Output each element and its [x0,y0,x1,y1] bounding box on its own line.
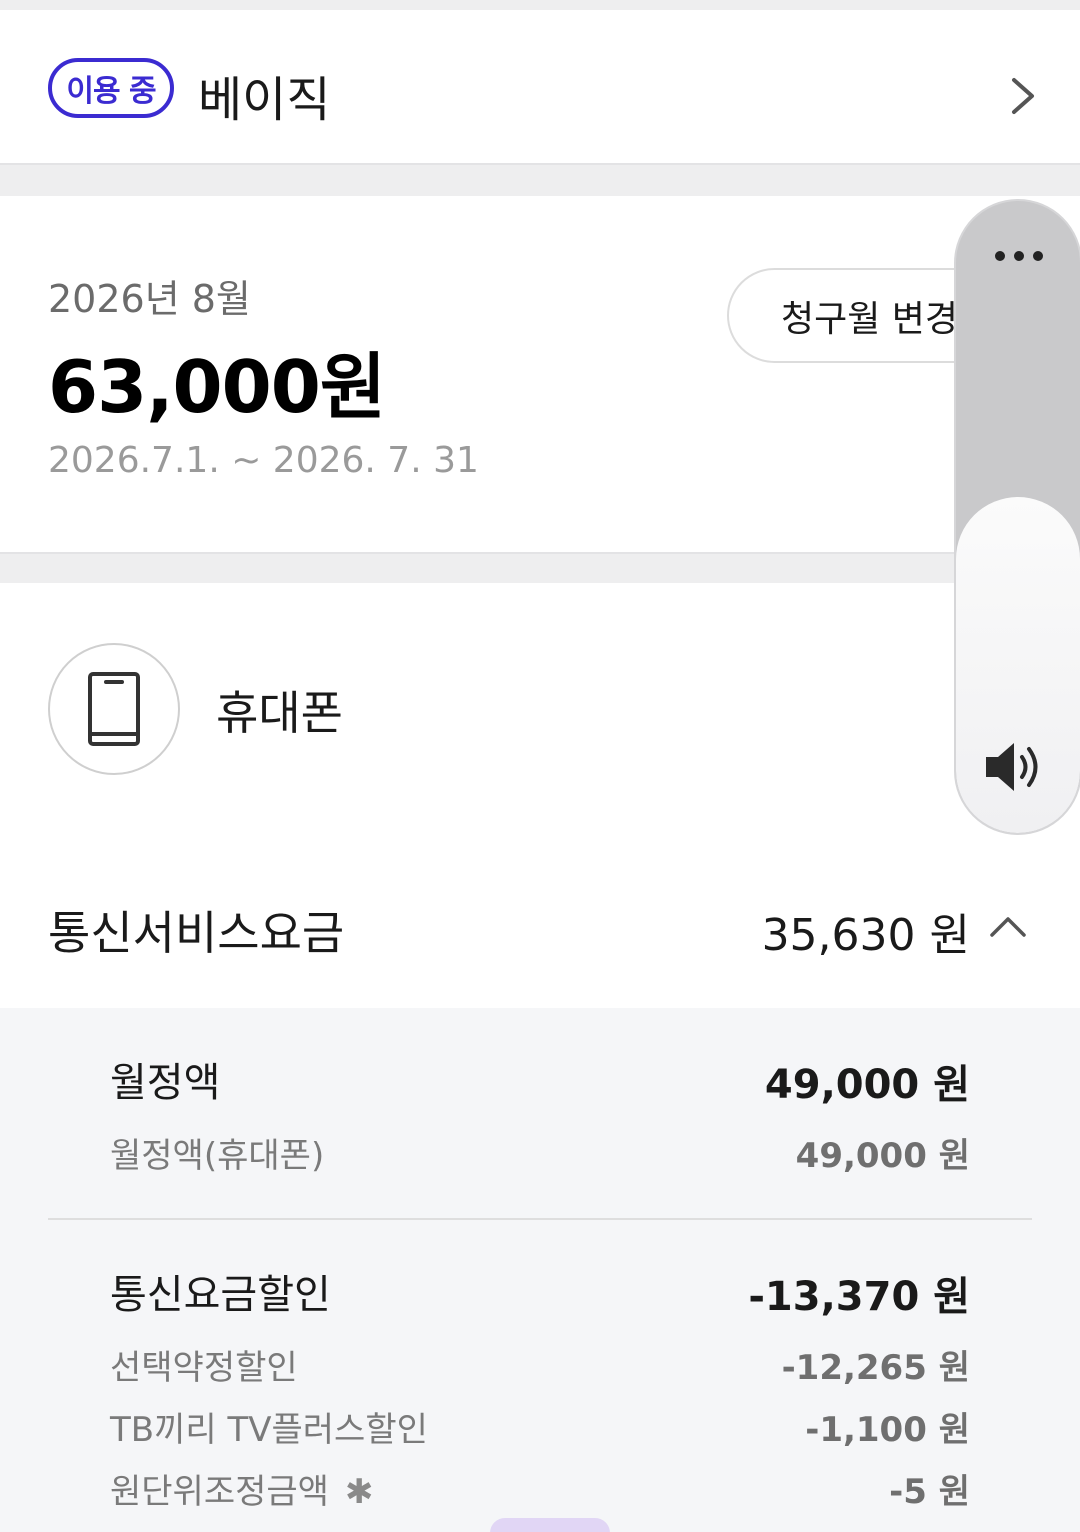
list-item-label: TB끼리 TV플러스할인 [110,1410,428,1450]
list-item-amount: -5 원 [889,1472,970,1512]
list-item-label: 월정액(휴대폰) [110,1136,325,1176]
monthly-fee-amount: 49,000 원 [764,1062,970,1108]
service-fee-label: 통신서비스요금 [48,906,345,960]
volume-slider[interactable] [956,201,1080,833]
discount-title: 통신요금할인 [110,1272,331,1318]
list-item-label: 원단위조정금액 ✱ [110,1464,373,1513]
billing-screen: 이용 중 베이직 2026년 8월 63,000원 2026.7.1. ~ 20… [0,0,1080,1532]
plan-name: 베이직 [198,72,331,128]
status-badge: 이용 중 [48,58,174,118]
speaker-icon[interactable] [982,739,1048,795]
more-horizontal-icon[interactable] [994,249,1044,263]
bill-summary: 2026년 8월 63,000원 2026.7.1. ~ 2026. 7. 31… [0,196,1080,554]
list-item-amount: -12,265 원 [781,1348,970,1388]
bill-month: 2026년 8월 [48,277,251,321]
chevron-up-icon[interactable] [988,913,1028,939]
rounding-adjustment-label: 원단위조정금액 [110,1472,329,1512]
chevron-right-icon[interactable] [1004,74,1040,118]
asterisk-icon[interactable]: ✱ [345,1472,374,1512]
list-item-amount: -1,100 원 [805,1410,970,1450]
list-item-amount: 49,000 원 [795,1136,970,1176]
service-fee-row[interactable]: 통신서비스요금 35,630 원 [48,891,1032,961]
device-name: 휴대폰 [216,686,343,740]
bill-period: 2026.7.1. ~ 2026. 7. 31 [48,440,479,481]
discount-amount: -13,370 원 [748,1274,970,1320]
device-avatar [48,643,180,775]
smartphone-icon [88,672,140,746]
fee-breakdown: 월정액 49,000 원 월정액(휴대폰) 49,000 원 통신요금할인 -1… [0,1008,1080,1532]
bill-details: 휴대폰 통신서비스요금 35,630 원 월정액 49,000 원 월정액(휴대… [0,583,1080,1532]
monthly-fee-title: 월정액 [110,1060,221,1106]
service-fee-amount: 35,630 원 [761,910,970,961]
floating-button-edge[interactable] [490,1518,610,1532]
plan-row[interactable]: 이용 중 베이직 [0,10,1080,165]
bill-amount: 63,000원 [48,345,386,429]
list-item-label: 선택약정할인 [110,1348,298,1388]
divider [48,1218,1032,1220]
